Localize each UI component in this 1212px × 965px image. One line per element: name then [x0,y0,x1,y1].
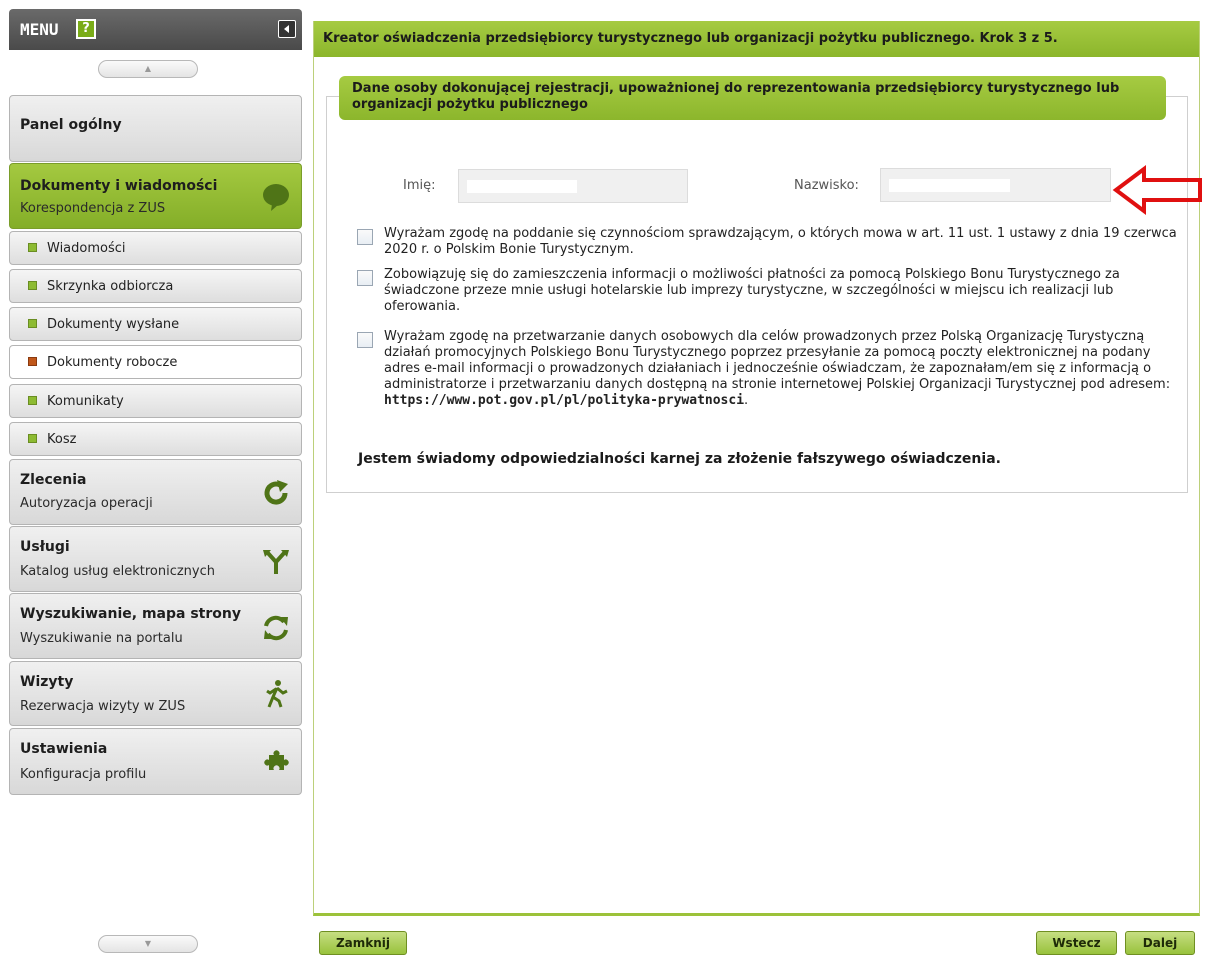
sidebar-item-label: Wiadomości [47,241,126,256]
red-arrow-icon [1112,165,1202,215]
liability-statement: Jestem świadomy odpowiedzialności karnej… [358,451,1001,467]
consent-text: Wyrażam zgodę na poddanie się czynnościo… [384,226,1177,257]
close-button[interactable]: Zamknij [319,931,407,955]
sync-icon [261,613,291,643]
consent-text-suffix: . [744,393,749,408]
consent-text: Wyrażam zgodę na przetwarzanie danych os… [384,329,1171,392]
walking-person-icon [261,679,291,709]
sidebar-item-subtitle: Korespondencja z ZUS [20,201,166,216]
redacted-value [467,180,577,193]
sidebar-item-title: Ustawienia [20,741,108,757]
sidebar-item-wyszukiwanie[interactable]: Wyszukiwanie, mapa strony Wyszukiwanie n… [9,593,302,659]
speech-bubble-icon [261,182,291,212]
sidebar-item-label: Kosz [47,432,77,447]
sidebar-item-panel-ogolny[interactable]: Panel ogólny [9,95,302,162]
bullet-icon [28,434,37,443]
sidebar-item-title: Wyszukiwanie, mapa strony [20,606,241,622]
sidebar-item-label: Komunikaty [47,394,124,409]
back-button[interactable]: Wstecz [1036,931,1117,955]
last-name-label: Nazwisko: [794,178,859,193]
bullet-icon [28,281,37,290]
consent-checkbox[interactable] [357,332,373,348]
sidebar-item-dokumenty-robocze[interactable]: Dokumenty robocze [9,345,302,379]
consent-checkbox[interactable] [357,229,373,245]
sidebar-item-subtitle: Konfiguracja profilu [20,767,147,782]
sidebar-item-subtitle: Autoryzacja operacji [20,496,153,511]
scroll-down-button[interactable]: ▼ [98,935,198,953]
sidebar-item-title: Wizyty [20,674,74,690]
help-icon[interactable]: ? [76,19,96,39]
refresh-icon [261,478,291,508]
bullet-icon [28,319,37,328]
sidebar-item-title: Zlecenia [20,472,87,488]
first-name-label: Imię: [403,178,436,193]
sidebar-item-wizyty[interactable]: Wizyty Rezerwacja wizyty w ZUS [9,661,302,726]
sidebar-menu: MENU ? ▲ Panel ogólny Dokumenty i wiadom… [0,0,313,965]
bullet-icon [28,396,37,405]
sidebar-item-ustawienia[interactable]: Ustawienia Konfiguracja profilu [9,728,302,795]
wizard-header: Kreator oświadczenia przedsiębiorcy tury… [314,21,1199,57]
sidebar-item-wiadomosci[interactable]: Wiadomości [9,231,302,265]
sidebar-item-dokumenty[interactable]: Dokumenty i wiadomości Korespondencja z … [9,163,302,229]
sidebar-item-kosz[interactable]: Kosz [9,422,302,456]
bullet-icon [28,357,37,366]
last-name-field[interactable] [880,168,1111,202]
menu-title: MENU [20,20,59,39]
sidebar-item-skrzynka-odbiorcza[interactable]: Skrzynka odbiorcza [9,269,302,303]
next-button[interactable]: Dalej [1125,931,1195,955]
sidebar-item-subtitle: Wyszukiwanie na portalu [20,631,183,646]
menu-header: MENU ? [9,9,302,50]
collapse-menu-icon[interactable] [278,20,296,38]
sidebar-item-komunikaty[interactable]: Komunikaty [9,384,302,418]
privacy-policy-link[interactable]: https://www.pot.gov.pl/pl/polityka-prywa… [384,393,744,408]
consent-text: Zobowiązuję się do zamieszczenia informa… [384,267,1120,314]
branch-icon [261,546,291,576]
sidebar-item-zlecenia[interactable]: Zlecenia Autoryzacja operacji [9,459,302,525]
consent-checkbox[interactable] [357,270,373,286]
first-name-field[interactable] [458,169,688,203]
bullet-icon [28,243,37,252]
sidebar-item-subtitle: Katalog usług elektronicznych [20,564,215,579]
sidebar-item-label: Dokumenty robocze [47,355,178,370]
puzzle-icon [261,747,291,777]
scroll-up-button[interactable]: ▲ [98,60,198,78]
sidebar-item-subtitle: Rezerwacja wizyty w ZUS [20,699,186,714]
sidebar-item-label: Skrzynka odbiorcza [47,279,174,294]
sidebar-item-dokumenty-wyslane[interactable]: Dokumenty wysłane [9,307,302,341]
sidebar-item-title: Dokumenty i wiadomości [20,178,218,194]
sidebar-item-uslugi[interactable]: Usługi Katalog usług elektronicznych [9,526,302,592]
redacted-value [889,179,1010,192]
consent-text-container: Wyrażam zgodę na przetwarzanie danych os… [384,329,1184,409]
sidebar-item-label: Dokumenty wysłane [47,317,180,332]
wizard-panel: Kreator oświadczenia przedsiębiorcy tury… [313,21,1200,916]
sidebar-item-title: Usługi [20,539,70,555]
sidebar-item-title: Panel ogólny [20,117,122,133]
section-title: Dane osoby dokonującej rejestracji, upow… [339,76,1166,120]
